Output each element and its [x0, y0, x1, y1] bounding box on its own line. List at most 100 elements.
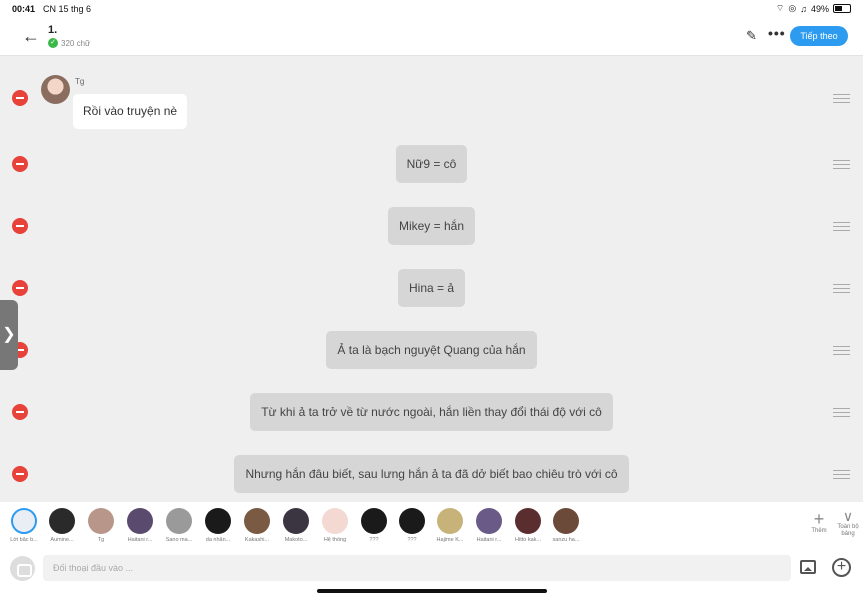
character-bar: Lời bắc b... Aumine... Tg Haitani r... S… — [0, 502, 863, 549]
avatar — [399, 508, 425, 534]
character-item[interactable]: Lời bắc b... — [5, 508, 43, 543]
add-circle-icon[interactable]: + — [832, 558, 851, 577]
character-item[interactable]: ??? — [355, 508, 393, 543]
word-count: ✓ 320 chữ — [48, 38, 90, 48]
status-date: CN 15 thg 6 — [43, 4, 92, 14]
battery-percent: 49% — [810, 3, 829, 14]
back-arrow-icon[interactable]: ← — [22, 26, 40, 47]
status-bar: 00:41 CN 15 thg 6 ⌔ ◎ ♫ 49% — [0, 0, 863, 18]
wifi-icon: ⌔ — [775, 3, 785, 13]
avatar — [553, 508, 579, 534]
character-item[interactable]: sanzu ha... — [547, 508, 585, 543]
message-bubble[interactable]: Từ khi ả ta trở về từ nước ngoài, hắn li… — [250, 393, 613, 431]
message-bubble[interactable]: Rồi vào truyện nè — [73, 94, 188, 129]
message-row: Nữ9 = cô — [0, 145, 863, 185]
character-item[interactable]: Hệ thống — [316, 508, 354, 543]
message-row: Ả ta là bạch nguyệt Quang của hắn — [0, 331, 863, 371]
character-item[interactable]: da nhân... — [199, 508, 237, 543]
message-bubble[interactable]: Nhưng hắn đâu biết, sau lưng hắn ả ta đã… — [234, 455, 629, 493]
headphones-icon: ♫ — [800, 3, 807, 14]
drag-handle-icon[interactable] — [833, 408, 850, 417]
drag-handle-icon[interactable] — [833, 470, 850, 479]
drag-handle-icon[interactable] — [833, 222, 850, 231]
avatar — [127, 508, 153, 534]
battery-icon — [833, 4, 851, 13]
character-name: Hệ thống — [323, 537, 347, 543]
character-item[interactable]: Tg — [82, 508, 120, 543]
avatar — [205, 508, 231, 534]
character-name: Haitani r... — [476, 537, 502, 543]
character-name: da nhân... — [205, 537, 231, 543]
character-item[interactable]: Haitani r... — [121, 508, 159, 543]
character-item[interactable]: Makoto... — [277, 508, 315, 543]
character-name: Kakashi... — [244, 537, 270, 543]
dialogue-list: Tg Rồi vào truyện nè Nữ9 = cô Mikey = hắ… — [0, 57, 863, 502]
location-icon: ◎ — [788, 3, 797, 13]
character-item[interactable]: Kakashi... — [238, 508, 276, 543]
avatar — [244, 508, 270, 534]
home-indicator — [317, 589, 547, 593]
narrator-avatar-icon[interactable] — [10, 556, 35, 581]
edit-pencil-icon[interactable]: ✎ — [746, 28, 757, 44]
avatar — [283, 508, 309, 534]
character-name: ??? — [407, 537, 417, 543]
plus-icon: + — [813, 509, 825, 529]
avatar — [361, 508, 387, 534]
status-icons: ⌔ ◎ ♫ 49% — [776, 3, 851, 14]
word-count-label: 320 chữ — [61, 38, 91, 48]
avatar — [49, 508, 75, 534]
character-name: Sano ma... — [165, 537, 193, 543]
character-item[interactable]: ??? — [393, 508, 431, 543]
dialogue-input[interactable] — [43, 555, 791, 581]
expand-panel-button[interactable]: ∨ Toàn bộ bảng — [835, 508, 861, 538]
message-bubble[interactable]: Ả ta là bạch nguyệt Quang của hắn — [326, 331, 537, 369]
add-character-label: Thêm — [811, 528, 827, 534]
more-options-icon[interactable]: ••• — [768, 25, 786, 41]
next-button[interactable]: Tiếp theo — [790, 26, 848, 46]
character-name: Makoto... — [284, 537, 308, 543]
image-icon[interactable] — [800, 560, 816, 574]
message-row: Mikey = hắn — [0, 207, 863, 247]
message-row: Từ khi ả ta trở về từ nước ngoài, hắn li… — [0, 393, 863, 433]
status-time: 00:41 — [12, 4, 36, 14]
speaker-name: Tg — [75, 77, 85, 86]
side-panel-toggle[interactable]: ❯ — [0, 300, 18, 370]
message-bubble[interactable]: Nữ9 = cô — [395, 145, 468, 183]
message-bubble[interactable]: Hina = ả — [397, 269, 466, 307]
add-character-button[interactable]: + Thêm — [807, 510, 831, 534]
drag-handle-icon[interactable] — [833, 284, 850, 293]
chevron-right-icon: ❯ — [2, 326, 16, 343]
avatar — [41, 75, 70, 104]
drag-handle-icon[interactable] — [833, 94, 850, 103]
message-row: Nhưng hắn đâu biết, sau lưng hắn ả ta đã… — [0, 455, 863, 495]
avatar — [11, 508, 37, 534]
avatar — [515, 508, 541, 534]
avatar — [166, 508, 192, 534]
character-item[interactable]: Hajime K... — [431, 508, 469, 543]
character-name: ??? — [369, 537, 379, 543]
character-item[interactable]: Hitto kak... — [509, 508, 547, 543]
chapter-title: 1. — [48, 24, 58, 36]
avatar — [322, 508, 348, 534]
message-row: Hina = ả — [0, 269, 863, 309]
input-bar: + — [0, 549, 863, 600]
character-item[interactable]: Aumine... — [43, 508, 81, 543]
message-row: Tg Rồi vào truyện nè — [0, 57, 863, 135]
chevron-down-icon: ∨ — [842, 508, 854, 524]
character-name: Aumine... — [50, 537, 74, 543]
check-icon: ✓ — [48, 38, 58, 48]
avatar — [88, 508, 114, 534]
drag-handle-icon[interactable] — [833, 346, 850, 355]
expand-panel-label: Toàn bộ bảng — [837, 524, 859, 537]
delete-message-icon[interactable] — [12, 90, 28, 106]
character-item[interactable]: Haitani r... — [470, 508, 508, 543]
character-name: Lời bắc b... — [10, 537, 38, 543]
character-name: Tg — [97, 537, 105, 543]
character-name: sanzu ha... — [552, 537, 580, 543]
character-item[interactable]: Sano ma... — [160, 508, 198, 543]
drag-handle-icon[interactable] — [833, 160, 850, 169]
character-name: Hitto kak... — [515, 537, 541, 543]
message-bubble[interactable]: Mikey = hắn — [387, 207, 476, 245]
character-name: Hajime K... — [436, 537, 464, 543]
avatar — [476, 508, 502, 534]
